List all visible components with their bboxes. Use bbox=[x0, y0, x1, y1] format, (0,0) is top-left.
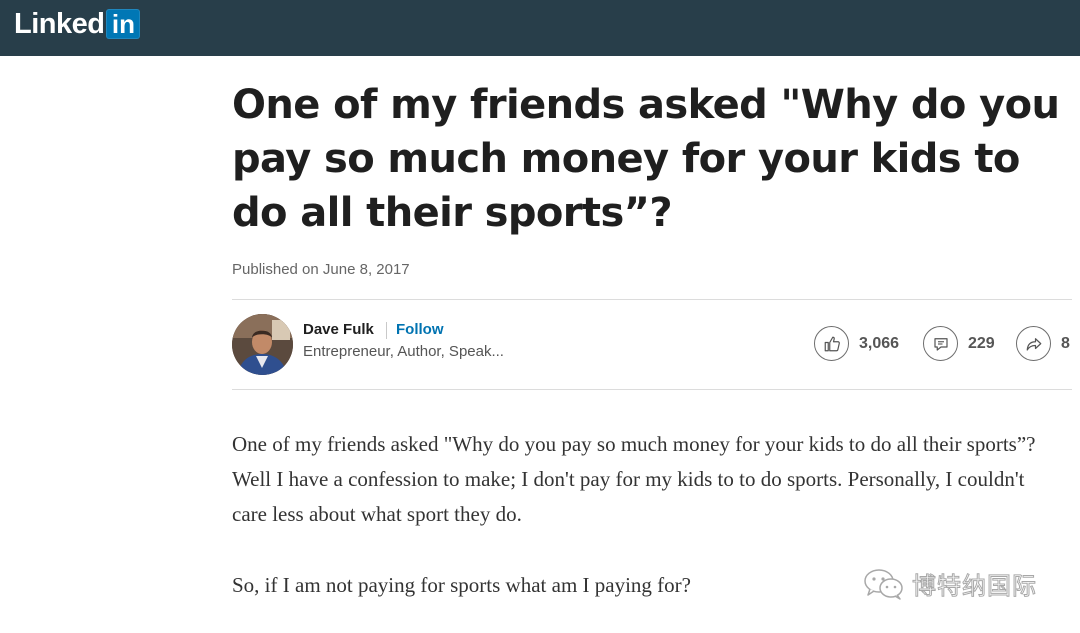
avatar-photo bbox=[232, 314, 293, 375]
article-paragraph: One of my friends asked "Why do you pay … bbox=[232, 432, 1036, 526]
author-name[interactable]: Dave Fulk bbox=[303, 321, 374, 338]
comment-button[interactable] bbox=[923, 326, 958, 361]
linkedin-logo[interactable]: Linked in bbox=[14, 6, 141, 42]
comment-icon bbox=[933, 337, 948, 351]
watermark: 博特纳国际 bbox=[862, 566, 1037, 601]
share-arrow-icon bbox=[1026, 337, 1041, 351]
comments-count[interactable]: 229 bbox=[968, 335, 995, 353]
likes-count[interactable]: 3,066 bbox=[859, 335, 899, 353]
author-section-bottom-divider bbox=[232, 389, 1072, 390]
article-title: One of my friends asked "Why do you pay … bbox=[232, 82, 1060, 236]
top-navigation-bar: Linked in bbox=[0, 0, 1080, 56]
follow-button[interactable]: Follow bbox=[396, 321, 444, 338]
shares-count[interactable]: 8 bbox=[1061, 335, 1070, 353]
author-headline: Entrepreneur, Author, Speak... bbox=[303, 343, 504, 360]
thumbs-up-icon bbox=[824, 336, 840, 351]
like-button[interactable] bbox=[814, 326, 849, 361]
avatar[interactable] bbox=[232, 314, 293, 375]
logo-in-box: in bbox=[106, 9, 141, 39]
share-button[interactable] bbox=[1016, 326, 1051, 361]
logo-wordmark: Linked bbox=[14, 7, 105, 40]
author-section-top-divider bbox=[232, 299, 1072, 300]
wechat-icon bbox=[864, 568, 903, 600]
published-date: Published on June 8, 2017 bbox=[232, 261, 410, 278]
name-follow-divider bbox=[386, 322, 387, 339]
watermark-text: 博特纳国际 bbox=[912, 572, 1037, 601]
